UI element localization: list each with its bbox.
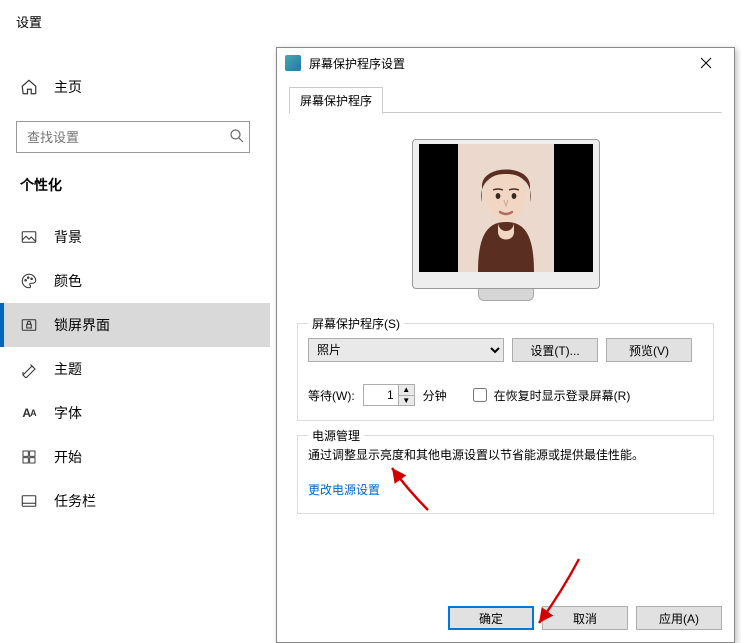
fonts-icon: AA	[20, 404, 38, 422]
settings-button[interactable]: 设置(T)...	[512, 338, 598, 362]
nav-item-taskbar[interactable]: 任务栏	[0, 479, 270, 523]
dialog-app-icon	[285, 55, 301, 71]
dialog-title: 屏幕保护程序设置	[309, 55, 686, 72]
monitor-preview	[412, 139, 600, 289]
group-title: 屏幕保护程序(S)	[308, 315, 404, 332]
nav-item-themes[interactable]: 主题	[0, 347, 270, 391]
nav-item-start[interactable]: 开始	[0, 435, 270, 479]
resume-checkbox[interactable]	[473, 388, 487, 402]
nav-home-label: 主页	[54, 77, 82, 97]
preview-area	[289, 113, 722, 309]
themes-icon	[20, 360, 38, 378]
power-link[interactable]: 更改电源设置	[308, 481, 380, 498]
preview-photo	[458, 144, 554, 272]
taskbar-icon	[20, 492, 38, 510]
group-screensaver: 屏幕保护程序(S) 照片 设置(T)... 预览(V) 等待(W): ▲ ▼ 分…	[297, 323, 714, 421]
settings-panel: 设置 主页 个性化 背景 颜色 锁屏界面	[0, 0, 270, 643]
image-icon	[20, 228, 38, 246]
search-icon	[228, 127, 246, 150]
lockscreen-icon	[20, 316, 38, 334]
close-button[interactable]	[686, 49, 726, 77]
start-icon	[20, 448, 38, 466]
search-input[interactable]	[16, 121, 250, 153]
dialog-titlebar: 屏幕保护程序设置	[277, 48, 734, 78]
tab-screensaver[interactable]: 屏幕保护程序	[289, 87, 383, 114]
settings-title: 设置	[0, 0, 270, 31]
nav-item-colors[interactable]: 颜色	[0, 259, 270, 303]
ok-button[interactable]: 确定	[448, 606, 534, 630]
nav-label: 字体	[54, 403, 82, 423]
wait-unit: 分钟	[423, 387, 447, 404]
resume-checkbox-label[interactable]: 在恢复时显示登录屏幕(R)	[469, 385, 631, 405]
nav-home[interactable]: 主页	[0, 67, 270, 107]
nav-label: 颜色	[54, 271, 82, 291]
resume-label: 在恢复时显示登录屏幕(R)	[494, 387, 631, 404]
wait-spinbox[interactable]: ▲ ▼	[363, 384, 415, 406]
group-power: 电源管理 通过调整显示亮度和其他电源设置以节省能源或提供最佳性能。 更改电源设置	[297, 435, 714, 514]
nav-label: 主题	[54, 359, 82, 379]
apply-button[interactable]: 应用(A)	[636, 606, 722, 630]
preview-button[interactable]: 预览(V)	[606, 338, 692, 362]
home-icon	[20, 78, 38, 96]
nav-label: 背景	[54, 227, 82, 247]
screensaver-select[interactable]: 照片	[308, 338, 504, 362]
nav-label: 任务栏	[54, 491, 96, 511]
nav-item-background[interactable]: 背景	[0, 215, 270, 259]
power-title: 电源管理	[308, 427, 364, 444]
nav-item-lockscreen[interactable]: 锁屏界面	[0, 303, 270, 347]
spin-up[interactable]: ▲	[399, 385, 414, 396]
nav-item-fonts[interactable]: AA 字体	[0, 391, 270, 435]
screensaver-dialog: 屏幕保护程序设置 屏幕保护程序	[276, 47, 735, 643]
section-label: 个性化	[0, 153, 270, 203]
nav-label: 开始	[54, 447, 82, 467]
nav-label: 锁屏界面	[54, 315, 110, 335]
wait-label: 等待(W):	[308, 387, 355, 404]
cancel-button[interactable]: 取消	[542, 606, 628, 630]
palette-icon	[20, 272, 38, 290]
power-desc: 通过调整显示亮度和其他电源设置以节省能源或提供最佳性能。	[308, 444, 703, 467]
wait-input[interactable]	[364, 385, 398, 405]
spin-down[interactable]: ▼	[399, 396, 414, 406]
